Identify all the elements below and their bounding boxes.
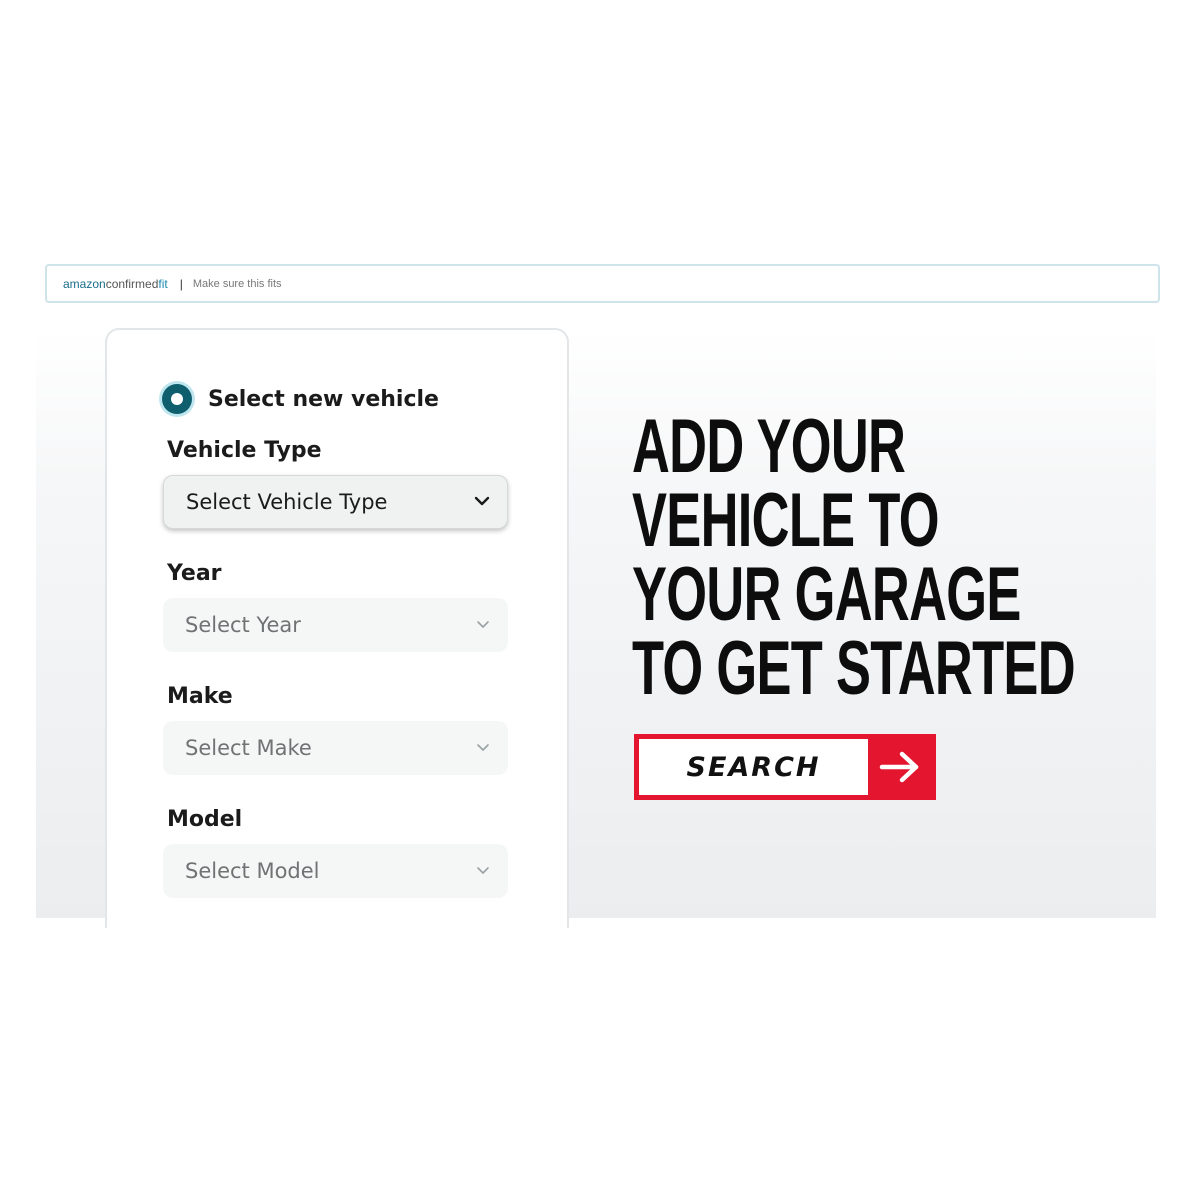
select-new-vehicle-option[interactable]: Select new vehicle <box>162 384 439 414</box>
vehicle-type-label: Vehicle Type <box>167 438 322 463</box>
bar-separator: | <box>179 276 183 291</box>
model-select[interactable]: Select Model <box>163 844 508 898</box>
chevron-down-icon <box>477 867 489 874</box>
chevron-down-icon <box>474 496 490 506</box>
page-canvas: amazonconfirmedfit | Make sure this fits… <box>0 0 1200 1200</box>
search-button[interactable]: SEARCH <box>634 734 936 800</box>
make-value: Select Make <box>185 736 312 760</box>
headline: ADD YOUR VEHICLE TO YOUR GARAGE TO GET S… <box>632 404 1076 711</box>
radio-button-selected[interactable] <box>162 384 192 414</box>
make-label: Make <box>167 684 233 709</box>
chevron-down-icon <box>477 744 489 751</box>
model-label: Model <box>167 807 243 832</box>
radio-dot <box>171 393 183 405</box>
year-select[interactable]: Select Year <box>163 598 508 652</box>
headline-line-3: YOUR GARAGE <box>632 552 1021 637</box>
chevron-down-icon <box>477 621 489 628</box>
make-select[interactable]: Select Make <box>163 721 508 775</box>
radio-label: Select new vehicle <box>208 386 439 412</box>
year-value: Select Year <box>185 613 301 637</box>
search-button-label: SEARCH <box>639 739 868 795</box>
confirmed-fit-bar: amazonconfirmedfit | Make sure this fits <box>45 264 1160 303</box>
headline-line-4: TO GET STARTED <box>632 626 1076 711</box>
model-value: Select Model <box>185 859 320 883</box>
headline-line-1: ADD YOUR <box>632 404 906 489</box>
vehicle-type-value: Select Vehicle Type <box>186 490 388 514</box>
vehicle-form-card: Select new vehicle Vehicle Type Select V… <box>105 328 569 928</box>
fit-note: Make sure this fits <box>192 277 282 290</box>
vehicle-type-select[interactable]: Select Vehicle Type <box>163 475 508 529</box>
confirmed-fit-logo: amazonconfirmedfit <box>63 276 168 291</box>
headline-line-2: VEHICLE TO <box>632 478 940 563</box>
year-label: Year <box>167 561 222 586</box>
arrow-right-icon <box>868 739 931 795</box>
